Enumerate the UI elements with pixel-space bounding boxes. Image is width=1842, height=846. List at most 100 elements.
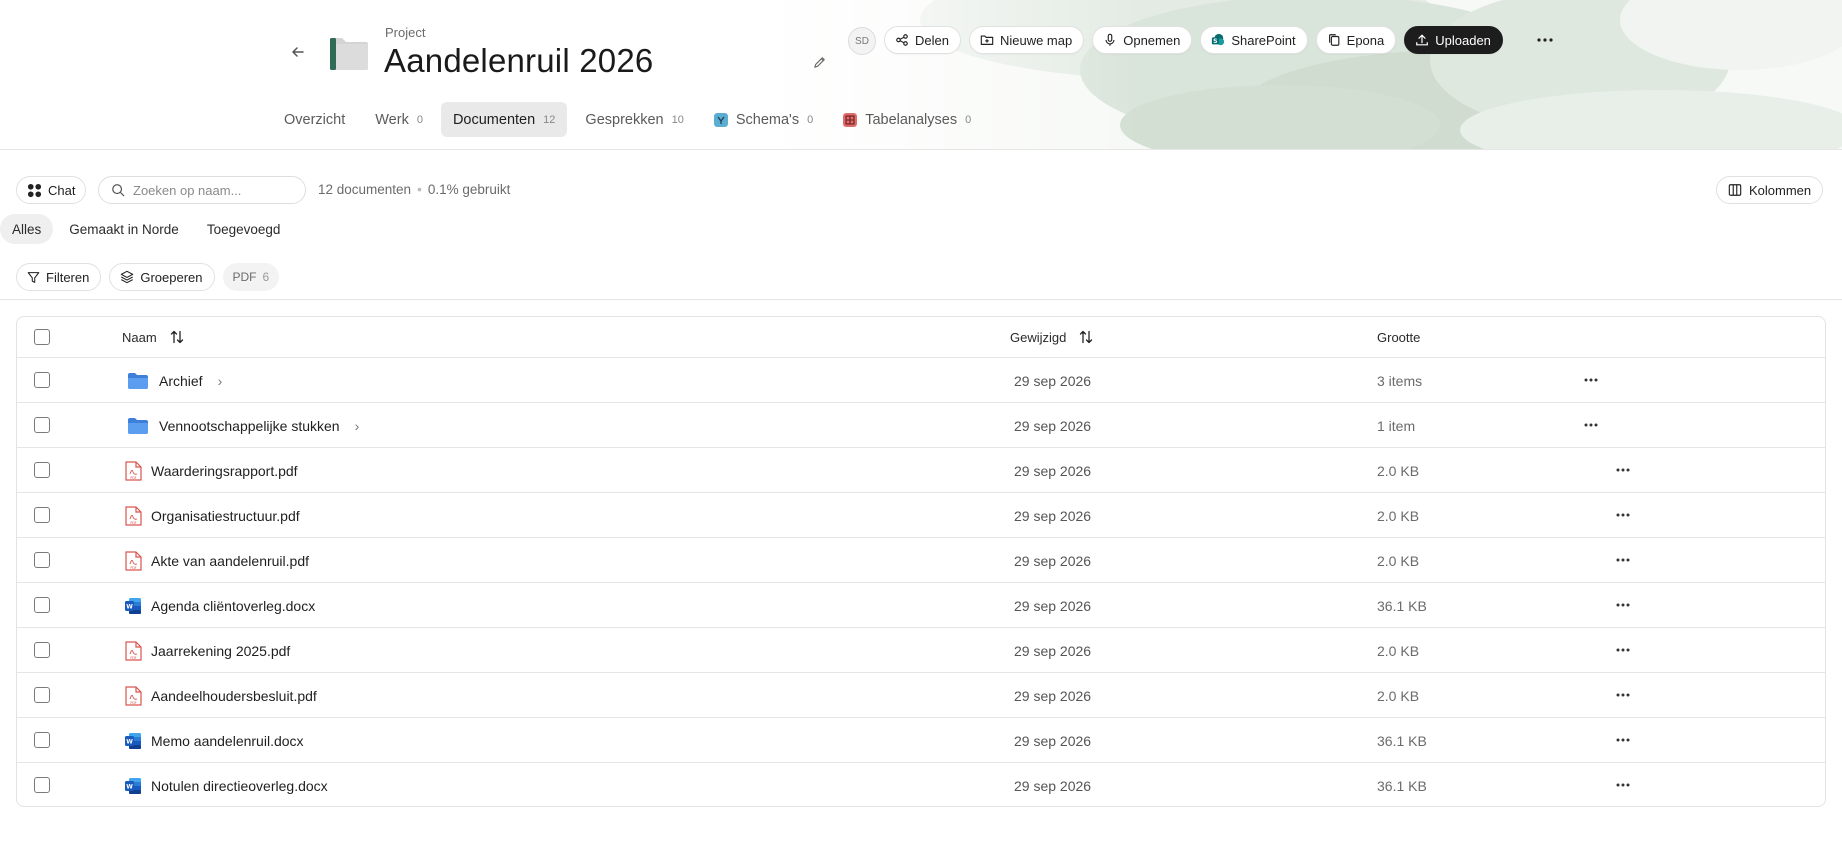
table-row[interactable]: Archief › 29 sep 2026 3 items [17,358,1825,403]
project-label: Project [385,25,426,40]
row-checkbox[interactable] [34,552,50,568]
microphone-icon [1105,33,1115,46]
subtab-gemaakt-in-norde[interactable]: Gemaakt in Norde [57,214,191,244]
name-cell[interactable]: W Memo aandelenruil.docx [125,718,304,763]
row-more-icon[interactable] [1612,775,1634,795]
chevron-right-icon[interactable]: › [355,418,360,434]
row-more-icon[interactable] [1580,415,1602,435]
name-cell[interactable]: PDF Akte van aandelenruil.pdf [125,538,309,583]
document-summary: 12 documenten • 0.1% gebruikt [318,182,510,197]
back-arrow-icon[interactable] [287,41,309,63]
row-more-icon[interactable] [1612,505,1634,525]
chat-button[interactable]: Chat [16,176,87,204]
sort-icon[interactable] [1078,329,1094,345]
table-row[interactable]: W Agenda cliëntoverleg.docx 29 sep 2026 … [17,583,1825,628]
upload-button[interactable]: Uploaden [1404,26,1503,54]
table-row[interactable]: PDF Waarderingsrapport.pdf 29 sep 2026 2… [17,448,1825,493]
tab-count: 0 [807,113,814,126]
subtab-toegevoegd[interactable]: Toegevoegd [195,214,293,244]
epona-button[interactable]: Epona [1315,26,1397,54]
row-checkbox[interactable] [34,642,50,658]
filter-button[interactable]: Filteren [16,263,102,291]
row-checkbox[interactable] [34,462,50,478]
name-cell[interactable]: Archief › [128,358,222,403]
search-input[interactable] [133,182,293,198]
group-button[interactable]: Groeperen [109,263,215,291]
select-all-checkbox[interactable] [34,329,50,345]
svg-text:PDF: PDF [130,476,136,480]
row-checkbox[interactable] [34,687,50,703]
tab-documenten[interactable]: Documenten 12 [440,102,568,137]
sharepoint-button[interactable]: S SharePoint [1200,26,1308,54]
column-header-modified[interactable]: Gewijzigd [1010,329,1094,345]
row-more-icon[interactable] [1580,370,1602,390]
table-row[interactable]: W Memo aandelenruil.docx 29 sep 2026 36.… [17,718,1825,763]
upload-icon [1416,34,1429,46]
table-row[interactable]: PDF Organisatiestructuur.pdf 29 sep 2026… [17,493,1825,538]
name-cell[interactable]: PDF Jaarrekening 2025.pdf [125,628,290,673]
row-more-icon[interactable] [1612,550,1634,570]
pdf-filter-chip[interactable]: PDF 6 [222,263,280,291]
tab-schemas[interactable]: Schema's 0 [702,102,825,137]
tab-werk[interactable]: Werk 0 [363,102,435,137]
tab-label: Tabelanalyses [865,111,958,128]
subtab-alles[interactable]: Alles [0,214,54,244]
table-row[interactable]: PDF Jaarrekening 2025.pdf 29 sep 2026 2.… [17,628,1825,673]
pdf-file-icon: PDF [125,550,142,571]
table-row[interactable]: W Notulen directieoverleg.docx 29 sep 20… [17,763,1825,806]
row-more-icon[interactable] [1612,685,1634,705]
chevron-right-icon[interactable]: › [218,373,223,389]
copy-icon [1328,34,1340,46]
avatar[interactable]: SD [848,27,876,55]
column-header-size[interactable]: Grootte [1377,330,1420,345]
document-count: 12 documenten [318,182,412,197]
sharepoint-icon: S [1212,33,1225,46]
row-name: Akte van aandelenruil.pdf [151,552,309,569]
table-row[interactable]: PDF Akte van aandelenruil.pdf 29 sep 202… [17,538,1825,583]
row-checkbox[interactable] [34,597,50,613]
chip-label: PDF [232,270,257,284]
name-cell[interactable]: Vennootschappelijke stukken › [128,403,359,448]
row-name: Waarderingsrapport.pdf [151,462,298,479]
size-cell: 2.0 KB [1377,687,1420,704]
more-options-icon[interactable] [1535,30,1555,50]
schema-icon [713,112,728,127]
row-checkbox[interactable] [34,417,50,433]
name-cell[interactable]: W Notulen directieoverleg.docx [125,763,328,806]
new-folder-button[interactable]: Nieuwe map [968,26,1085,54]
name-cell[interactable]: PDF Aandeelhoudersbesluit.pdf [125,673,317,718]
svg-text:S: S [1214,38,1218,45]
edit-pencil-icon[interactable] [810,53,828,71]
tab-overzicht[interactable]: Overzicht [272,102,357,137]
sort-icon[interactable] [169,329,185,345]
table-row[interactable]: Vennootschappelijke stukken › 29 sep 202… [17,403,1825,448]
columns-button[interactable]: Kolommen [1716,176,1824,204]
row-name: Vennootschappelijke stukken [159,417,340,434]
name-cell[interactable]: PDF Waarderingsrapport.pdf [125,448,298,493]
name-cell[interactable]: W Agenda cliëntoverleg.docx [125,583,315,628]
share-button[interactable]: Delen [884,26,961,54]
row-checkbox[interactable] [34,777,50,793]
row-checkbox[interactable] [34,507,50,523]
row-checkbox[interactable] [34,732,50,748]
row-more-icon[interactable] [1612,595,1634,615]
row-more-icon[interactable] [1612,640,1634,660]
row-more-icon[interactable] [1612,460,1634,480]
size-cell: 2.0 KB [1377,642,1420,659]
divider [0,299,1842,300]
row-checkbox[interactable] [34,372,50,388]
record-button[interactable]: Opnemen [1092,26,1193,54]
row-more-icon[interactable] [1612,730,1634,750]
column-modified-label: Gewijzigd [1010,329,1067,345]
tab-gesprekken[interactable]: Gesprekken 10 [573,102,695,137]
column-header-name[interactable]: Naam [122,329,185,345]
name-cell[interactable]: PDF Organisatiestructuur.pdf [125,493,300,538]
layers-icon [121,270,134,284]
row-name: Agenda cliëntoverleg.docx [151,597,316,614]
filter-bar: Filteren Groeperen PDF 6 [16,263,280,291]
tab-tabelanalyses[interactable]: Tabelanalyses 0 [831,102,983,137]
table-row[interactable]: PDF Aandeelhoudersbesluit.pdf 29 sep 202… [17,673,1825,718]
search-box [98,176,306,204]
project-tabs: Overzicht Werk 0 Documenten 12 Gesprekke… [272,102,989,137]
size-cell: 2.0 KB [1377,462,1420,479]
